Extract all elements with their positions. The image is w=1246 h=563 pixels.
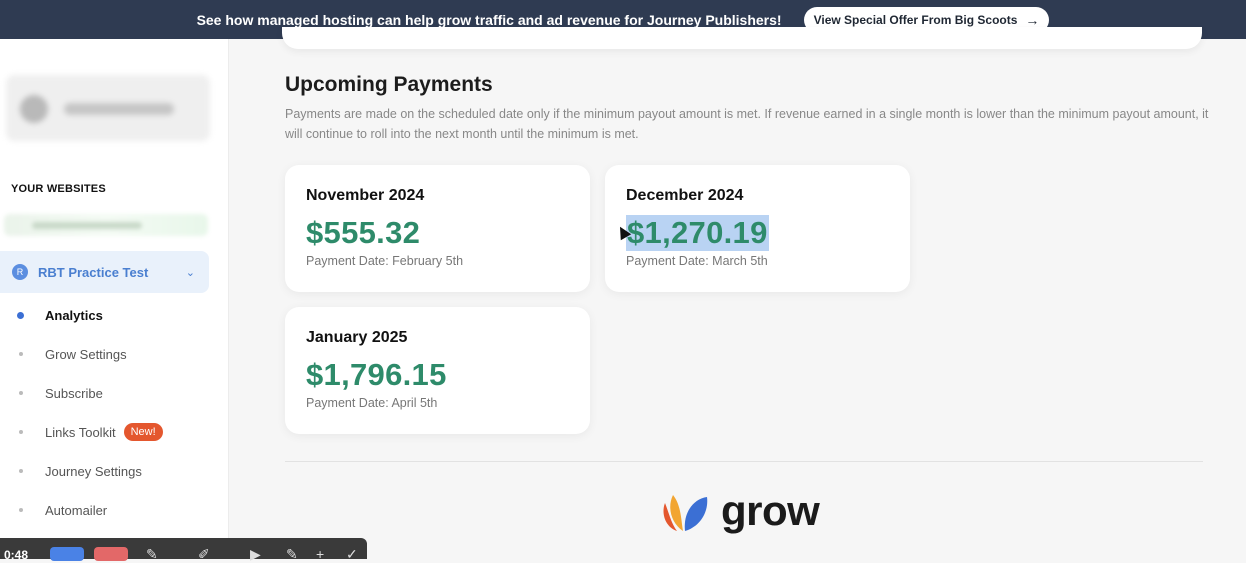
site-name: RBT Practice Test xyxy=(38,264,149,280)
grow-logo: grow xyxy=(659,487,820,535)
sidebar-item-label: Links Toolkit xyxy=(45,424,116,440)
payment-date: Payment Date: February 5th xyxy=(306,254,464,268)
payment-card: January 2025 $1,796.15 Payment Date: Apr… xyxy=(285,307,590,434)
new-badge: New! xyxy=(123,423,163,441)
sidebar: YOUR WEBSITES R RBT Practice Test ⌄ Anal… xyxy=(0,39,229,559)
website-item-rbt-practice-test[interactable]: R RBT Practice Test ⌄ xyxy=(0,251,209,293)
sidebar-item-label: Subscribe xyxy=(45,385,103,401)
account-profile[interactable] xyxy=(6,75,210,141)
sidebar-item-label: Grow Settings xyxy=(45,346,127,362)
recording-time: 0:48 xyxy=(4,548,29,562)
payment-month: December 2024 xyxy=(626,187,744,204)
payment-date: Payment Date: March 5th xyxy=(626,254,768,268)
check-icon[interactable]: ✓ xyxy=(346,546,358,563)
sidebar-item-grow-settings[interactable]: Grow Settings xyxy=(0,339,228,369)
your-websites-heading: YOUR WEBSITES xyxy=(11,183,106,195)
add-icon[interactable]: + xyxy=(316,546,324,562)
draw-icon[interactable]: ✎ xyxy=(286,546,298,563)
payment-month: November 2024 xyxy=(306,187,425,204)
view-offer-label: View Special Offer From Big Scoots xyxy=(813,12,1018,27)
sidebar-item-analytics[interactable]: Analytics xyxy=(0,300,228,330)
previous-card-edge xyxy=(282,27,1202,49)
payment-card: November 2024 $555.32 Payment Date: Febr… xyxy=(285,165,590,292)
site-initial-badge: R xyxy=(12,264,28,280)
sidebar-item-label: Automailer xyxy=(45,502,108,518)
pen-icon[interactable]: ✎ xyxy=(146,546,158,563)
sidebar-item-label: Journey Settings xyxy=(45,463,142,479)
sidebar-item-label: Analytics xyxy=(45,307,103,323)
chevron-down-icon[interactable]: ⌄ xyxy=(186,266,195,279)
bullet-icon xyxy=(17,311,24,319)
bullet-icon xyxy=(19,430,23,434)
sidebar-item-journey-settings[interactable]: Journey Settings xyxy=(0,456,228,486)
bullet-icon xyxy=(19,508,23,512)
payment-amount: $555.32 xyxy=(306,215,421,250)
divider xyxy=(285,461,1203,462)
bullet-icon xyxy=(19,469,23,473)
sidebar-item-automailer[interactable]: Automailer xyxy=(0,495,228,525)
payment-card: December 2024 $1,270.19 Payment Date: Ma… xyxy=(605,165,910,292)
account-name-blurred xyxy=(64,103,174,115)
sidebar-item-links-toolkit[interactable]: Links Toolkit New! xyxy=(0,417,228,447)
page-title: Upcoming Payments xyxy=(285,73,493,96)
payment-month: January 2025 xyxy=(306,329,408,346)
payments-description: Payments are made on the scheduled date … xyxy=(285,107,1209,141)
screen-recorder-toolbar: 0:48 ✎ ✐ ▶ ✎ + ✓ xyxy=(0,538,367,562)
website-item-blurred[interactable] xyxy=(4,214,208,236)
bullet-icon xyxy=(19,352,23,356)
sidebar-item-subscribe[interactable]: Subscribe xyxy=(0,378,228,408)
grow-leaf-icon xyxy=(663,495,708,531)
bullet-icon xyxy=(19,391,23,395)
avatar xyxy=(20,95,48,123)
payment-date: Payment Date: April 5th xyxy=(306,396,438,410)
payment-amount-selected: $1,270.19 xyxy=(626,215,769,251)
banner-message: See how managed hosting can help grow tr… xyxy=(196,11,782,28)
arrow-right-icon: → xyxy=(1025,11,1040,28)
highlighter-icon[interactable]: ✐ xyxy=(198,546,210,563)
cursor-tool-icon[interactable]: ▶ xyxy=(250,546,261,563)
grow-wordmark: grow xyxy=(721,487,820,534)
main-content: Upcoming Payments Payments are made on t… xyxy=(229,27,1246,559)
payment-amount: $1,796.15 xyxy=(306,357,447,392)
